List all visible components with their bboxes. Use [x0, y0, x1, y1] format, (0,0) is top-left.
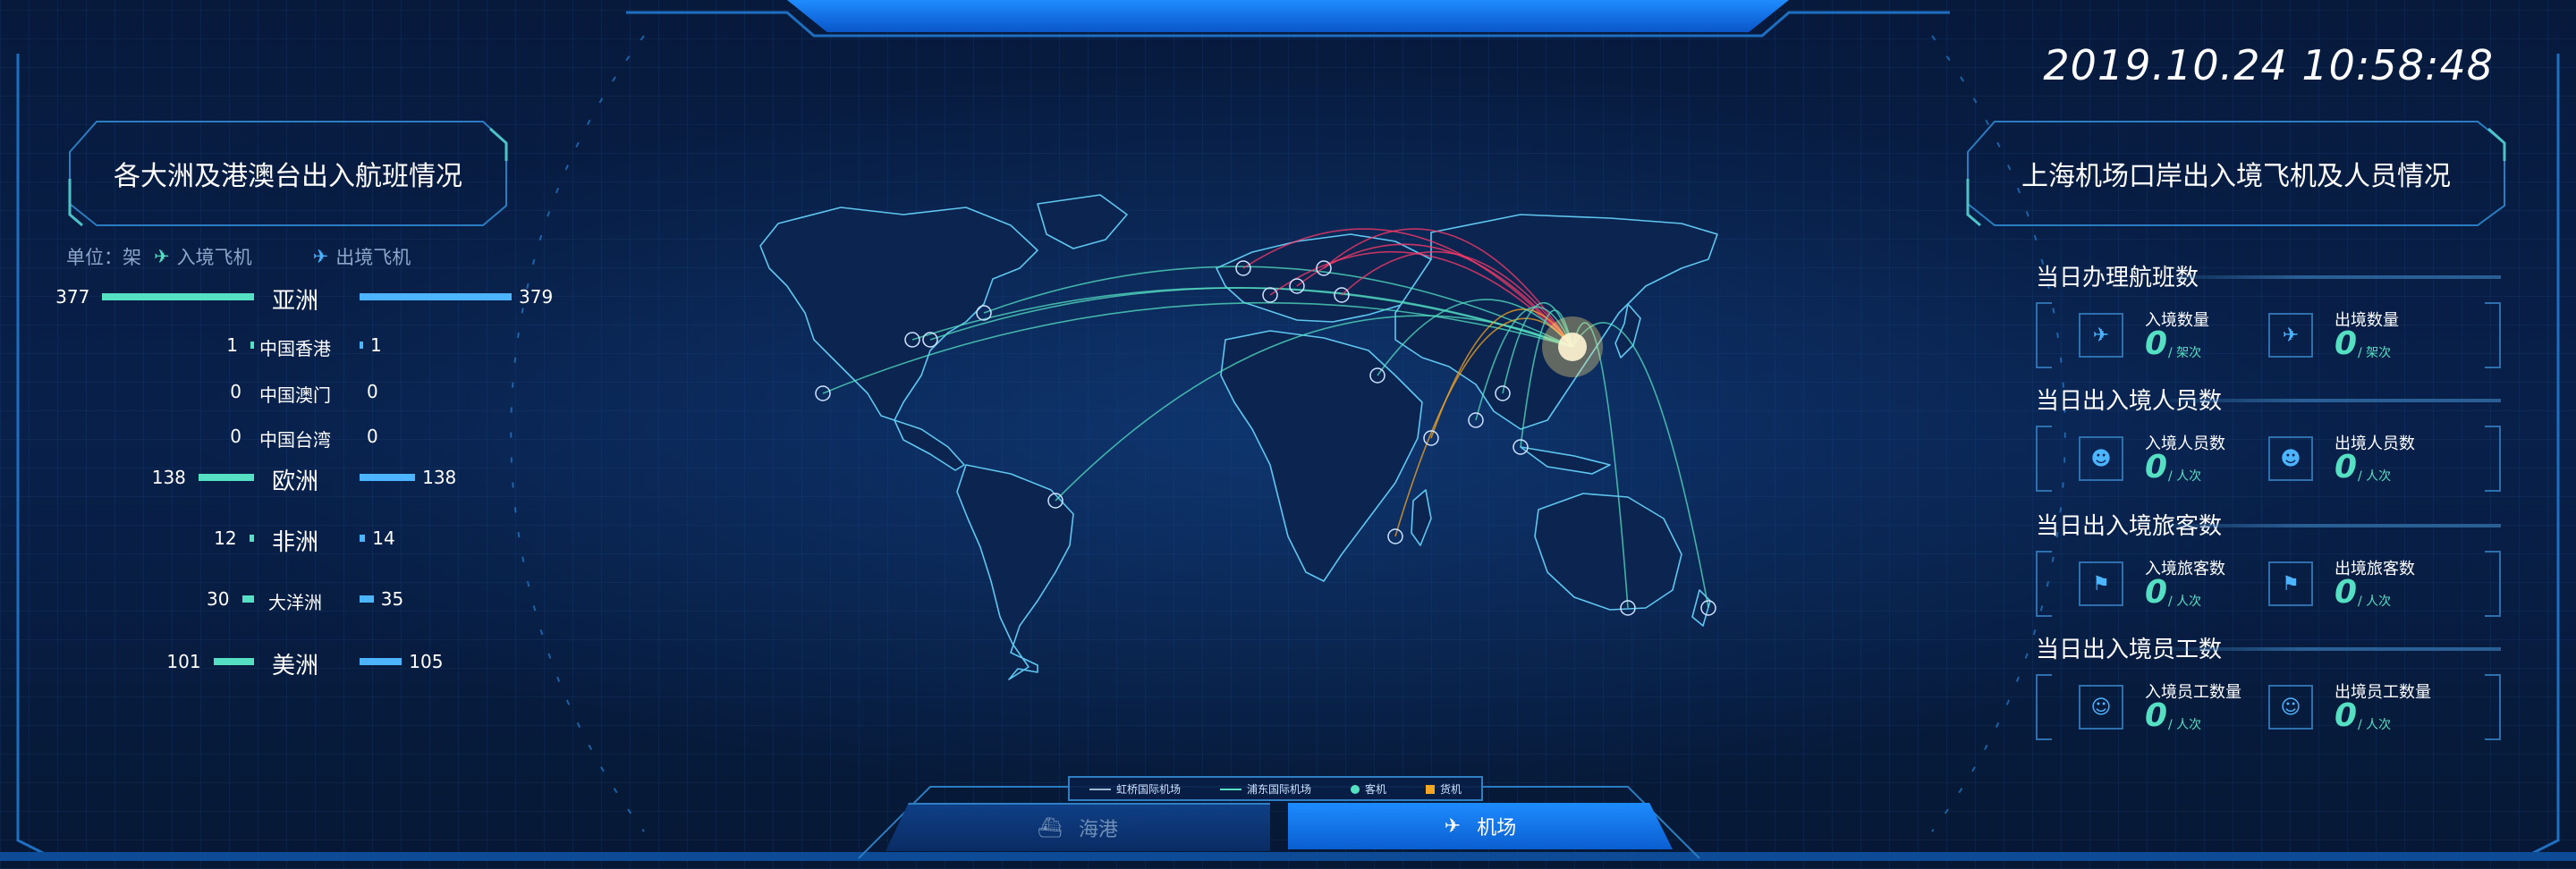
south-america	[956, 464, 1074, 680]
greenland	[1037, 194, 1128, 249]
tab-seaport[interactable]: ⛴ 海港	[886, 803, 1270, 851]
central-america	[894, 419, 965, 471]
tab-airport[interactable]: ✈ 机场	[1288, 803, 1673, 849]
australia	[1534, 493, 1682, 611]
legend-passenger: 客机	[1350, 781, 1386, 797]
tab-seaport-label: 海港	[1078, 819, 1118, 841]
legend-hongqiao: 虹桥国际机场	[1089, 781, 1181, 797]
africa	[1220, 330, 1423, 582]
ship-icon: ⛴	[1038, 816, 1063, 839]
north-america	[759, 207, 1038, 421]
legend-pudong: 浦东国际机场	[1219, 781, 1311, 797]
legend-cargo: 货机	[1425, 781, 1462, 797]
shanghai-hub-glow	[1542, 316, 1603, 377]
tab-airport-label: 机场	[1477, 817, 1517, 839]
indonesia	[1520, 446, 1611, 475]
world-flight-map	[759, 194, 1718, 680]
map-legend: 虹桥国际机场 浦东国际机场 客机 货机	[1068, 776, 1483, 801]
madagascar	[1411, 489, 1432, 546]
plane-icon: ✈	[1444, 814, 1462, 838]
continents	[759, 194, 1718, 680]
